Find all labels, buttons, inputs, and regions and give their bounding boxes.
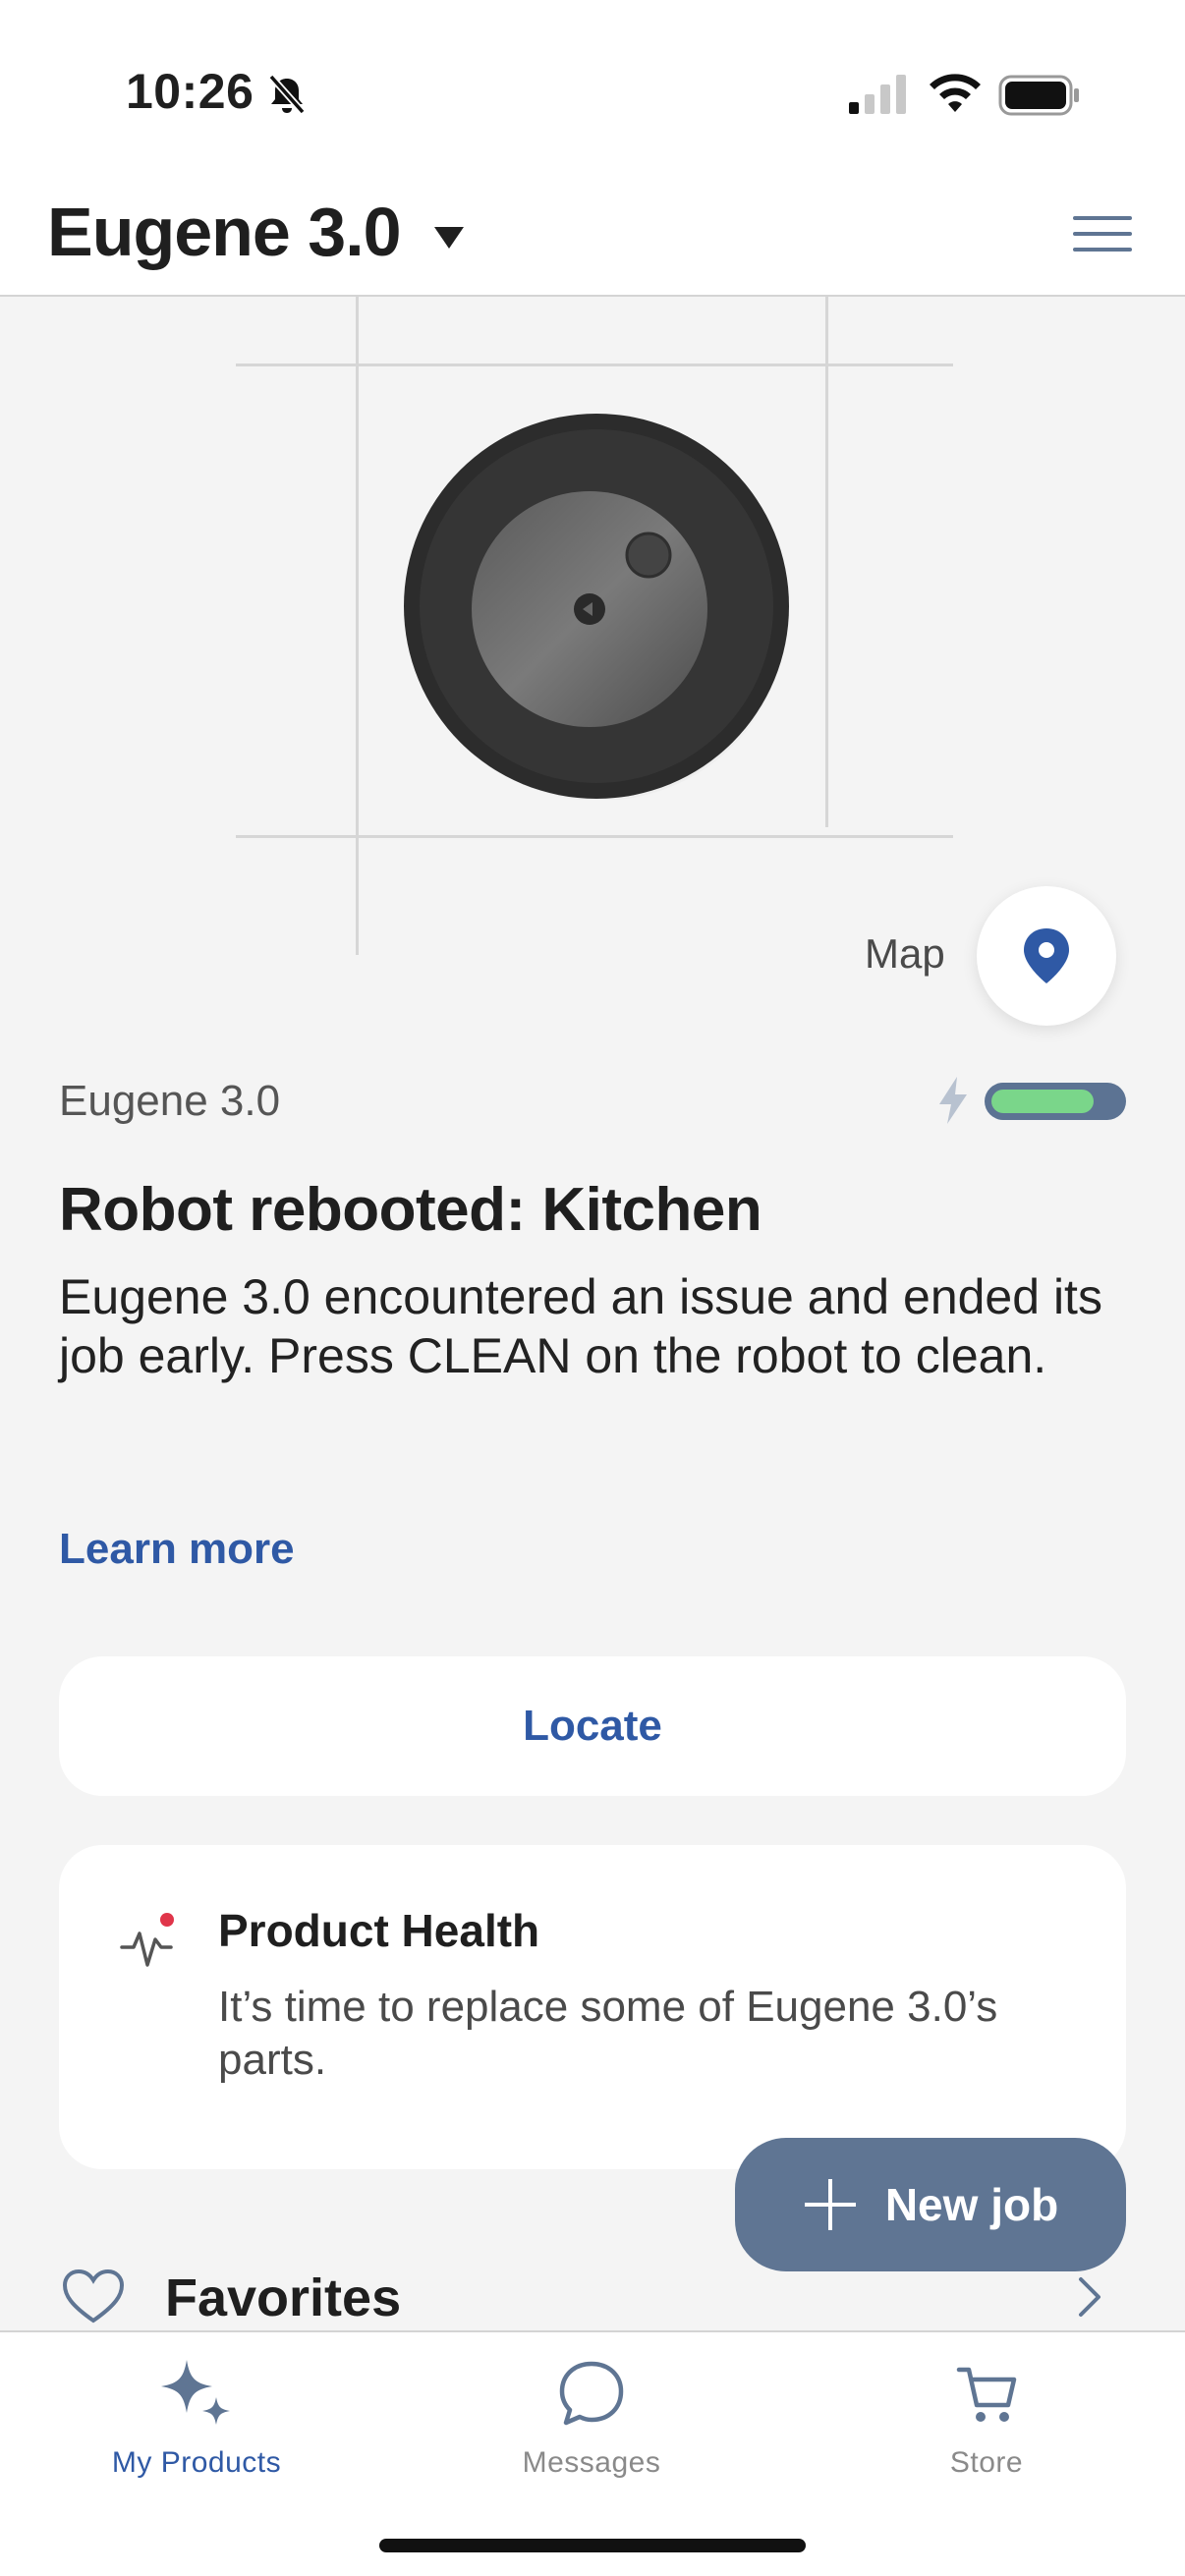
menu-icon[interactable] [1071,212,1134,255]
robot-selector-title[interactable]: Eugene 3.0 [47,193,402,271]
chat-bubble-icon [559,2361,624,2426]
product-health-card[interactable]: Product Health It’s time to replace some… [59,1845,1126,2169]
grid-line [236,364,953,366]
tab-store[interactable]: Store [839,2354,1134,2480]
wifi-icon [930,74,981,112]
status-title: Robot rebooted: Kitchen [59,1176,762,1244]
map-button[interactable] [977,886,1116,1026]
locate-button[interactable]: Locate [59,1656,1126,1796]
robot-image [404,414,789,800]
battery-icon [998,75,1079,116]
plus-icon [804,2179,856,2230]
map-label: Map [865,930,945,977]
heart-icon [62,2268,125,2324]
tab-label: My Products [111,2446,282,2479]
app-screen: 10:26 Eugene 3.0 Map Eugene 3.0 Robot re… [0,0,1185,2576]
charging-bolt-icon [939,1077,967,1124]
learn-more-link[interactable]: Learn more [59,1525,295,1574]
health-pulse-icon [120,1913,174,1967]
locate-label: Locate [523,1702,662,1750]
robot-name: Eugene 3.0 [59,1077,281,1125]
grid-line [236,835,953,838]
status-message: Eugene 3.0 encountered an issue and ende… [59,1269,1102,1383]
caret-down-icon[interactable] [432,224,466,252]
grid-line [356,297,359,955]
battery-level-bar [985,1083,1126,1120]
cart-icon [956,2367,1017,2422]
map-pin-icon [1024,928,1069,983]
status-time: 10:26 [126,64,254,119]
tab-label: Store [949,2446,1024,2479]
new-job-label: New job [884,2179,1059,2230]
header: Eugene 3.0 [0,167,1185,297]
tab-messages[interactable]: Messages [444,2354,739,2480]
product-health-description: It’s time to replace some of Eugene 3.0’… [218,1983,998,2084]
tab-my-products[interactable]: My Products [49,2354,344,2480]
grid-line [825,297,828,827]
home-indicator [379,2539,806,2552]
signal-icon [849,75,906,114]
chevron-right-icon [1079,2277,1100,2317]
sparkle-icon [161,2360,230,2425]
battery-level-fill [991,1090,1094,1113]
favorites-label: Favorites [165,2268,402,2327]
status-bar: 10:26 [0,0,1185,167]
tab-label: Messages [522,2446,661,2479]
product-health-title: Product Health [218,1905,540,1956]
bell-slash-icon [268,74,306,115]
new-job-button[interactable]: New job [735,2138,1126,2271]
